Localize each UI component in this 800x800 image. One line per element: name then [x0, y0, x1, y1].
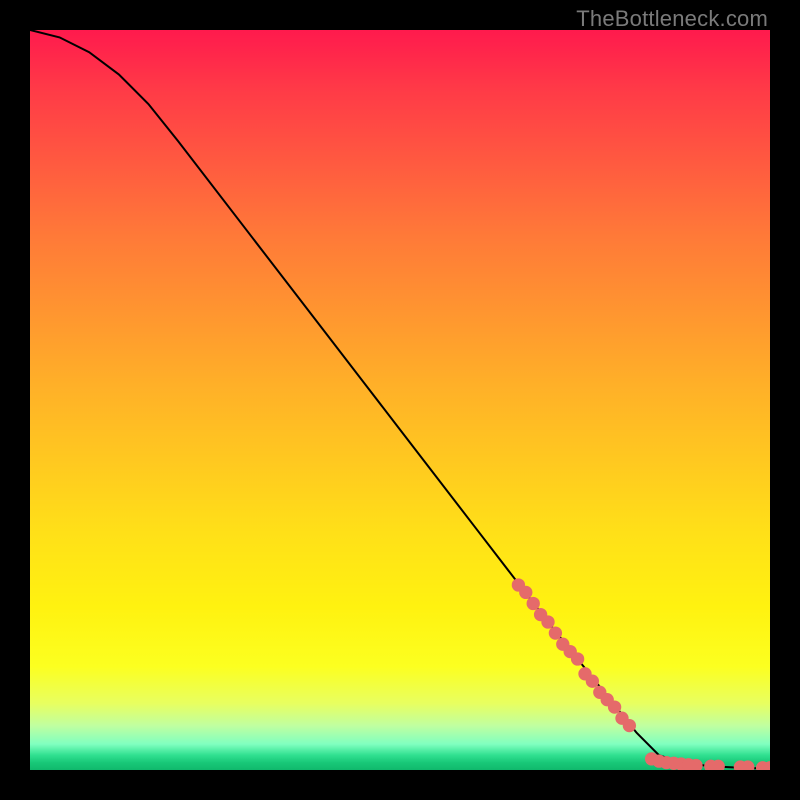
- marker-dot: [549, 626, 562, 639]
- chart-svg: [30, 30, 770, 770]
- curve-path: [30, 30, 770, 769]
- marker-dot: [586, 675, 599, 688]
- marker-dot: [541, 615, 554, 628]
- curve-layer: [30, 30, 770, 769]
- chart-frame: TheBottleneck.com: [0, 0, 800, 800]
- marker-layer: [512, 578, 770, 770]
- watermark-text: TheBottleneck.com: [576, 6, 768, 32]
- marker-dot: [527, 597, 540, 610]
- marker-dot: [571, 652, 584, 665]
- plot-area: [30, 30, 770, 770]
- marker-dot: [519, 586, 532, 599]
- marker-dot: [623, 719, 636, 732]
- marker-dot: [608, 700, 621, 713]
